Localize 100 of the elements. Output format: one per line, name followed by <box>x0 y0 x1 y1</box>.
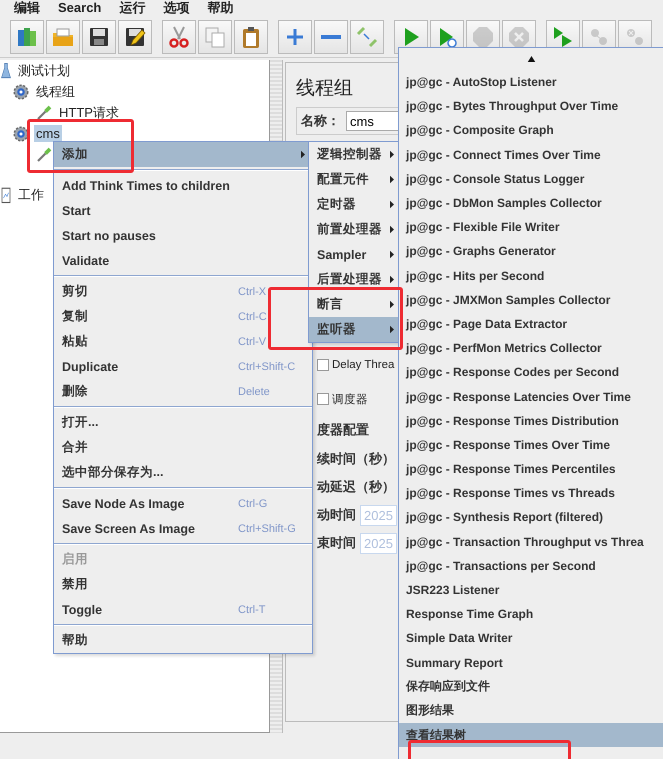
tree-node-label[interactable]: cms <box>34 125 62 142</box>
menu-item[interactable]: jp@gc - Response Codes per Second <box>399 360 663 384</box>
menu-item[interactable]: 帮助 <box>207 0 234 17</box>
menu-item[interactable]: 配置元件 <box>309 167 398 192</box>
menu-item[interactable]: jp@gc - Page Data Extractor <box>399 312 663 336</box>
shortcut-label: Delete <box>238 386 270 398</box>
menu-item[interactable]: jp@gc - Response Times Percentiles <box>399 457 663 482</box>
menu-item[interactable]: jp@gc - Graphs Generator <box>399 239 663 264</box>
menu-item[interactable]: Response Time Graph <box>399 602 663 626</box>
menu-item[interactable]: 粘贴 Ctrl-V <box>54 329 312 354</box>
menu-item[interactable]: jp@gc - Transaction Throughput vs Threa <box>399 530 663 554</box>
menu-item[interactable]: jp@gc - Transactions per Second <box>399 554 663 578</box>
menu-item[interactable]: 合并 <box>54 435 312 460</box>
menu-item[interactable]: jp@gc - Response Times Distribution <box>399 408 663 433</box>
gear-icon <box>12 82 30 100</box>
menu-item[interactable]: Save Screen As Image Ctrl+Shift-G <box>54 516 312 541</box>
panel-title: 线程组 <box>296 77 353 101</box>
tree-node-label[interactable]: 工作 <box>16 184 46 204</box>
menu-item[interactable]: 禁用 <box>54 572 312 597</box>
menu-item[interactable]: Sampler <box>309 242 398 267</box>
menu-item[interactable]: jp@gc - PerfMon Metrics Collector <box>399 336 663 360</box>
floppy-pencil-icon <box>123 25 147 49</box>
menu-item[interactable]: jp@gc - Response Times Over Time <box>399 432 663 457</box>
tree-node-label[interactable]: 测试计划 <box>16 60 72 80</box>
submenu-arrow-icon <box>389 275 395 284</box>
submenu-arrow-icon <box>389 150 395 159</box>
menu-item[interactable]: 删除 Delete <box>54 379 312 404</box>
menu-item[interactable]: jp@gc - AutoStop Listener <box>399 70 663 94</box>
shortcut-label: Ctrl+Shift-C <box>238 360 296 372</box>
toolbar-button[interactable] <box>118 20 152 54</box>
menu-item[interactable]: jp@gc - Response Latencies Over Time <box>399 384 663 409</box>
menu-item[interactable]: jp@gc - Connect Times Over Time <box>399 142 663 167</box>
dropper-icon <box>35 104 53 122</box>
menu-item[interactable]: 选中部分保存为... <box>54 460 312 485</box>
menu-item[interactable]: Start no pauses <box>54 223 312 248</box>
section-title: 度器配置 <box>317 421 369 439</box>
tree-node-label[interactable]: HTTP请求 <box>57 102 121 122</box>
checkbox[interactable] <box>317 359 329 371</box>
menu-item[interactable]: 剪切 Ctrl-X <box>54 279 312 304</box>
field-label: 束时间 <box>317 534 356 552</box>
menu-item[interactable]: Summary Report <box>399 650 663 675</box>
dropper-icon[interactable] <box>35 146 53 164</box>
menu-item[interactable]: 选项 <box>163 0 190 17</box>
menu-item[interactable]: Validate <box>54 248 312 273</box>
toolbar-button[interactable] <box>82 20 116 54</box>
menu-item[interactable]: 后置处理器 <box>309 267 398 292</box>
menu-item[interactable]: 保存响应到文件 <box>399 674 663 699</box>
menu-item[interactable]: 复制 Ctrl-C <box>54 304 312 329</box>
menu-item[interactable]: Duplicate Ctrl+Shift-C <box>54 354 312 379</box>
shortcut-label: Ctrl+Shift-G <box>238 522 296 534</box>
menu-item[interactable]: Start <box>54 198 312 223</box>
menu-item[interactable]: Search <box>58 0 102 17</box>
submenu-arrow-icon <box>389 250 395 259</box>
field-label: 动延迟（秒） <box>317 478 395 496</box>
submenu-arrow-icon <box>389 325 395 334</box>
submenu-arrow-icon <box>389 175 395 184</box>
menu-item[interactable]: 前置处理器 <box>309 217 398 242</box>
menu-item[interactable]: JSR223 Listener <box>399 578 663 602</box>
tree-node-label[interactable]: 线程组 <box>34 82 77 102</box>
menu-item[interactable]: 编辑 <box>14 0 40 17</box>
menu-item[interactable]: 查看结果树 <box>399 723 663 748</box>
checkbox[interactable] <box>317 393 329 405</box>
checkbox-label: 调度器 <box>332 392 368 406</box>
menu-item[interactable]: 运行 <box>119 0 146 17</box>
toolbar-button[interactable] <box>234 20 268 54</box>
menu-item[interactable]: jp@gc - Synthesis Report (filtered) <box>399 505 663 530</box>
shortcut-label: Ctrl-V <box>238 336 266 348</box>
menu-item[interactable]: 监听器 <box>309 317 398 342</box>
menu-item[interactable]: jp@gc - JMXMon Samples Collector <box>399 288 663 312</box>
menu-item[interactable]: Save Node As Image Ctrl-G <box>54 491 312 516</box>
menu-item[interactable]: 图形结果 <box>399 698 663 724</box>
menu-item[interactable]: Simple Data Writer <box>399 626 663 650</box>
menu-item[interactable]: 逻辑控制器 <box>309 142 398 167</box>
field-label: 续时间（秒） <box>317 450 395 468</box>
submenu-arrow-icon <box>389 300 395 309</box>
books-icon <box>15 25 39 49</box>
menu-item[interactable]: Toggle Ctrl-T <box>54 597 312 622</box>
shortcut-label: Ctrl-T <box>238 604 266 616</box>
menu-item[interactable]: jp@gc - Response Times vs Threads <box>399 481 663 506</box>
menu-item[interactable]: jp@gc - Console Status Logger <box>399 166 663 191</box>
submenu-arrow-icon <box>300 150 306 159</box>
scissors-icon <box>167 25 191 49</box>
checkbox-label: Delay Threa <box>332 359 394 371</box>
menu-item[interactable]: jp@gc - DbMon Samples Collector <box>399 190 663 216</box>
menu-item[interactable]: 打开... <box>54 410 312 435</box>
stop-sign-icon <box>471 25 495 49</box>
field-label: 动时间 <box>317 506 356 524</box>
menu-item[interactable]: 定时器 <box>309 192 398 217</box>
dropper-pair-icon <box>355 25 379 49</box>
minus-icon <box>321 35 341 39</box>
menu-item[interactable]: 断言 <box>309 292 398 317</box>
menu-item[interactable]: 帮助 <box>54 628 312 653</box>
shortcut-label: Ctrl-C <box>238 310 267 322</box>
flask-icon <box>0 62 12 80</box>
copy-icon <box>203 25 227 49</box>
menu-item[interactable]: jp@gc - Hits per Second <box>399 264 663 288</box>
menu-item[interactable]: jp@gc - Flexible File Writer <box>399 215 663 240</box>
name-label: 名称： <box>301 112 340 130</box>
submenu-arrow-icon <box>389 200 395 209</box>
menu-item[interactable]: Add Think Times to children <box>54 173 312 198</box>
